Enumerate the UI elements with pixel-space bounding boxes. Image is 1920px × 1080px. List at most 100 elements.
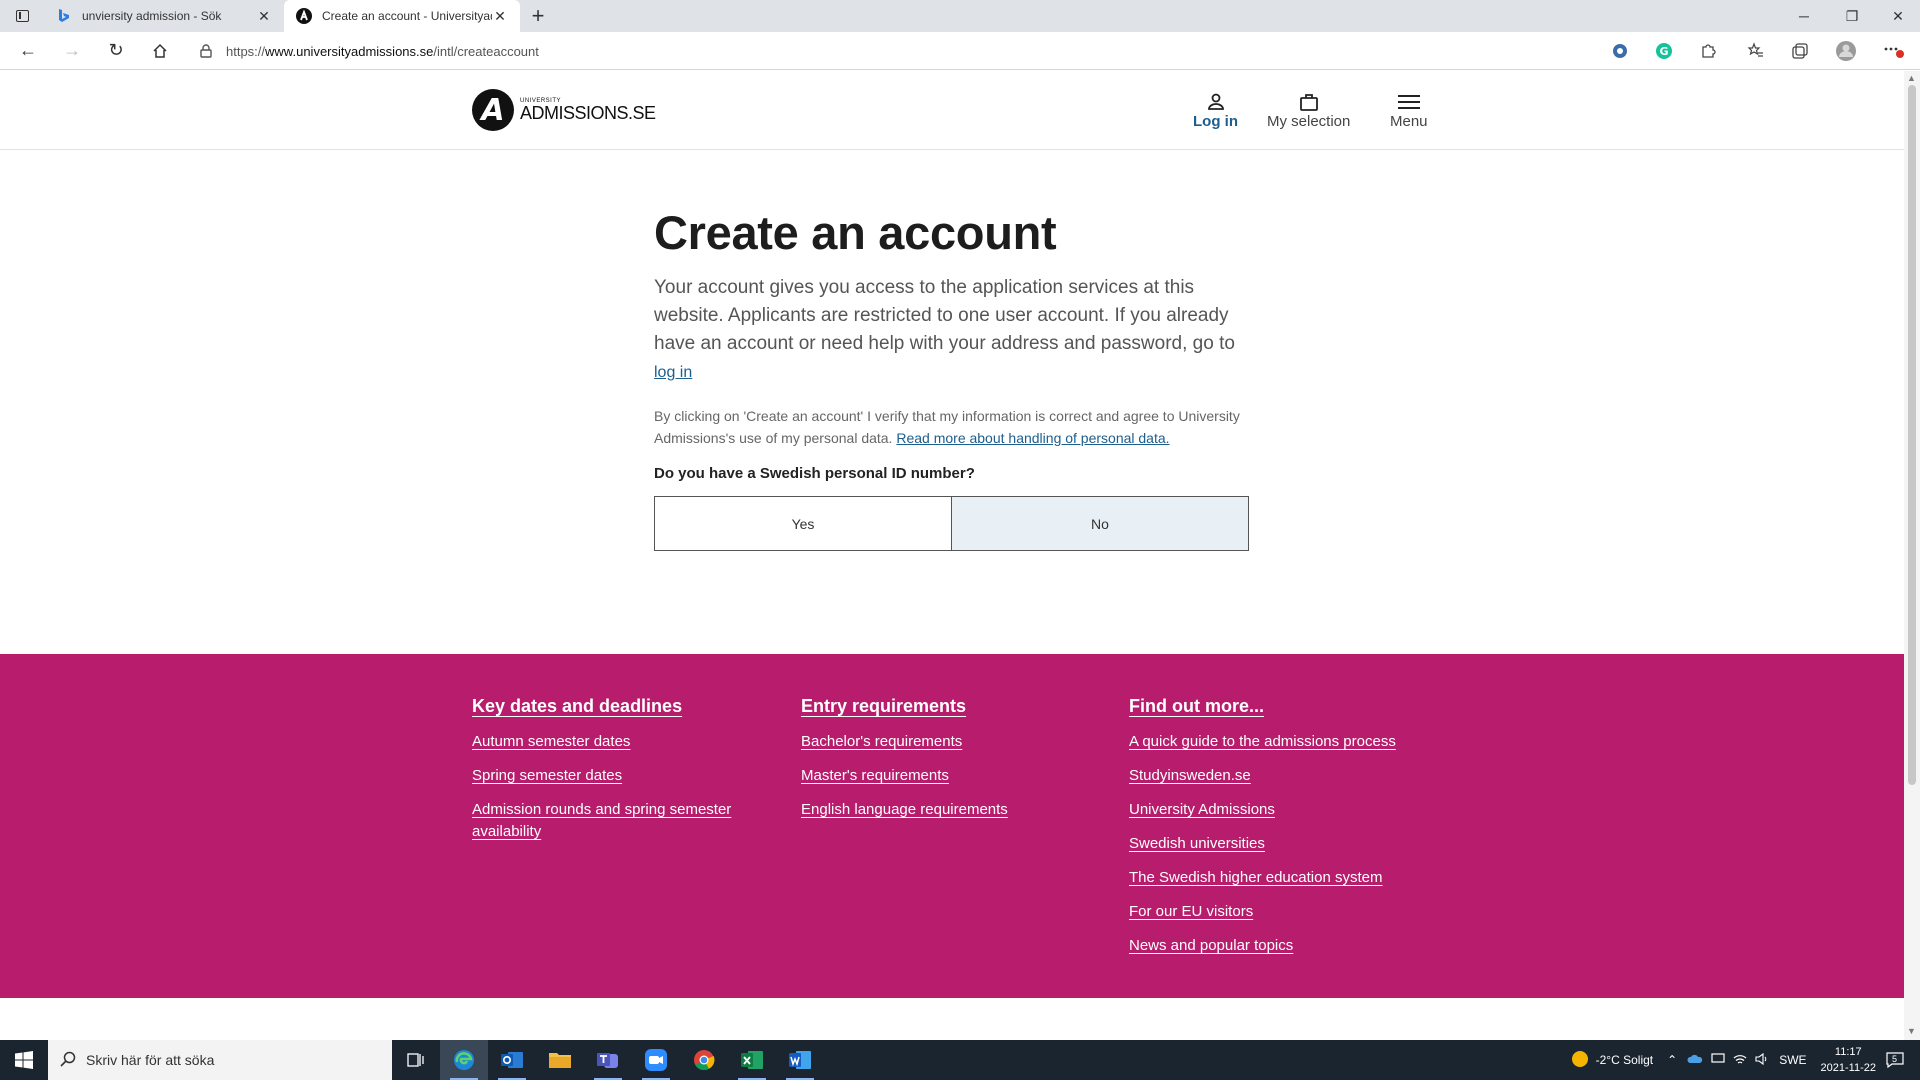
footer-heading[interactable]: Key dates and deadlines xyxy=(472,696,772,717)
favorites-icon[interactable] xyxy=(1736,32,1776,70)
footer-link[interactable]: Swedish universities xyxy=(1129,833,1459,855)
footer-link[interactable]: University Admissions xyxy=(1129,799,1459,821)
scroll-up-icon[interactable]: ▲ xyxy=(1907,73,1916,83)
weather-icon[interactable] xyxy=(1570,1049,1590,1072)
tab-create-account[interactable]: Create an account - Universityadmissions… xyxy=(284,0,520,32)
collections-icon[interactable] xyxy=(1780,32,1820,70)
plus-icon[interactable]: + xyxy=(520,0,556,32)
home-icon[interactable] xyxy=(138,32,182,70)
monitor-icon[interactable] xyxy=(1711,1052,1725,1068)
site-logo[interactable]: A UNIVERSITY ADMISSIONS.SE xyxy=(472,89,656,131)
intro-paragraph: Your account gives you access to the app… xyxy=(654,274,1254,387)
site-footer: Key dates and deadlines Autumn semester … xyxy=(0,654,1904,998)
url-domain: www.universityadmissions.se xyxy=(265,43,434,59)
search-placeholder: Skriv här för att söka xyxy=(86,1052,215,1068)
site-header: A UNIVERSITY ADMISSIONS.SE Log in My sel… xyxy=(0,71,1904,150)
profile-icon[interactable] xyxy=(1826,32,1866,70)
onedrive-icon[interactable] xyxy=(1687,1053,1703,1068)
site-favicon xyxy=(296,8,312,24)
login-label: Log in xyxy=(1193,113,1238,130)
no-option-button[interactable]: No xyxy=(952,496,1249,551)
bing-icon xyxy=(56,8,72,24)
logo-mark: A xyxy=(472,89,514,131)
tab-title: Create an account - Universityadmissions xyxy=(322,9,492,23)
wifi-icon[interactable] xyxy=(1733,1053,1747,1068)
footer-heading[interactable]: Find out more... xyxy=(1129,696,1459,717)
footer-link[interactable]: Autumn semester dates xyxy=(472,731,772,753)
search-icon xyxy=(60,1051,76,1070)
restore-icon[interactable]: ❐ xyxy=(1830,0,1874,32)
language-indicator[interactable]: SWE xyxy=(1779,1053,1806,1067)
footer-column-entry-requirements: Entry requirements Bachelor's requiremen… xyxy=(801,696,1101,833)
lock-icon[interactable] xyxy=(192,44,220,58)
url-path: /intl/createaccount xyxy=(433,43,539,59)
puzzle-icon[interactable] xyxy=(1688,32,1728,70)
page-scrollbar[interactable]: ▲ ▼ xyxy=(1904,71,1920,1040)
tab-actions-icon[interactable] xyxy=(0,0,44,32)
login-link[interactable]: log in xyxy=(654,364,692,381)
windows-start-icon[interactable] xyxy=(0,1040,48,1080)
footer-heading[interactable]: Entry requirements xyxy=(801,696,1101,717)
footer-column-key-dates: Key dates and deadlines Autumn semester … xyxy=(472,696,772,855)
tab-title: unviersity admission - Sök xyxy=(82,9,222,23)
zoom-icon[interactable] xyxy=(632,1040,680,1080)
minimize-icon[interactable]: ─ xyxy=(1782,0,1826,32)
main-content: Create an account Your account gives you… xyxy=(654,205,1254,551)
url-text: https://www.universityadmissions.se/intl… xyxy=(220,44,539,59)
menu-button[interactable]: Menu xyxy=(1390,91,1428,130)
file-explorer-icon[interactable] xyxy=(536,1040,584,1080)
forward-icon[interactable]: → xyxy=(50,32,94,70)
hamburger-icon xyxy=(1397,91,1421,113)
svg-text:G: G xyxy=(1659,45,1668,58)
chevron-up-icon[interactable]: ⌃ xyxy=(1667,1053,1677,1067)
refresh-icon[interactable]: ↻ xyxy=(94,32,138,70)
task-view-icon[interactable] xyxy=(392,1040,440,1080)
tab-search[interactable]: unviersity admission - Sök ✕ xyxy=(44,0,284,32)
grammarly-icon[interactable]: G xyxy=(1644,32,1684,70)
scrollbar-thumb[interactable] xyxy=(1908,85,1916,785)
footer-link[interactable]: News and popular topics xyxy=(1129,935,1459,957)
user-icon xyxy=(1207,91,1225,113)
system-tray: -2°C Soligt ⌃ SWE 11:17 2021-11-22 5 xyxy=(1570,1040,1920,1080)
yes-option-button[interactable]: Yes xyxy=(654,496,952,551)
close-icon[interactable]: ✕ xyxy=(492,8,508,25)
back-icon[interactable]: ← xyxy=(6,32,50,70)
scroll-down-icon[interactable]: ▼ xyxy=(1907,1026,1916,1036)
my-selection-button[interactable]: My selection xyxy=(1267,91,1350,130)
outlook-icon[interactable] xyxy=(488,1040,536,1080)
close-window-icon[interactable]: ✕ xyxy=(1876,0,1920,32)
footer-link[interactable]: Studyinsweden.se xyxy=(1129,765,1459,787)
logo-text: UNIVERSITY ADMISSIONS.SE xyxy=(520,98,656,122)
taskbar-search-input[interactable]: Skriv här för att söka xyxy=(48,1040,392,1080)
footer-link[interactable]: The Swedish higher education system xyxy=(1129,867,1459,889)
weather-text[interactable]: -2°C Soligt xyxy=(1596,1053,1654,1067)
id-choice-group: Yes No xyxy=(654,496,1249,551)
teams-icon[interactable] xyxy=(584,1040,632,1080)
login-button[interactable]: Log in xyxy=(1193,91,1238,130)
footer-link[interactable]: A quick guide to the admissions process xyxy=(1129,731,1459,753)
footer-link[interactable]: Spring semester dates xyxy=(472,765,772,787)
footer-link[interactable]: Bachelor's requirements xyxy=(801,731,1101,753)
intro-text: Your account gives you access to the app… xyxy=(654,277,1235,354)
footer-link[interactable]: English language requirements xyxy=(801,799,1101,821)
word-icon[interactable] xyxy=(776,1040,824,1080)
footer-link[interactable]: For our EU visitors xyxy=(1129,901,1459,923)
notification-count: 5 xyxy=(1892,1054,1898,1064)
taskbar: Skriv här för att söka -2°C Soligt ⌃ SWE… xyxy=(0,1040,1920,1080)
footer-link[interactable]: Admission rounds and spring semester ava… xyxy=(472,799,772,843)
url-field[interactable]: https://www.universityadmissions.se/intl… xyxy=(192,36,1584,66)
edge-icon[interactable] xyxy=(440,1040,488,1080)
chrome-icon[interactable] xyxy=(680,1040,728,1080)
footer-column-find-out-more: Find out more... A quick guide to the ad… xyxy=(1129,696,1459,969)
notification-icon[interactable]: 5 xyxy=(1886,1052,1904,1068)
footer-link[interactable]: Master's requirements xyxy=(801,765,1101,787)
extension-icon[interactable] xyxy=(1600,32,1640,70)
page-title: Create an account xyxy=(654,206,1057,259)
excel-icon[interactable] xyxy=(728,1040,776,1080)
clock-date: 2021-11-22 xyxy=(1820,1062,1876,1074)
clock[interactable]: 11:17 2021-11-22 xyxy=(1821,1044,1876,1076)
more-icon[interactable] xyxy=(1874,32,1914,70)
personal-data-link[interactable]: Read more about handling of personal dat… xyxy=(896,430,1169,446)
close-icon[interactable]: ✕ xyxy=(256,8,272,25)
volume-icon[interactable] xyxy=(1755,1052,1769,1068)
